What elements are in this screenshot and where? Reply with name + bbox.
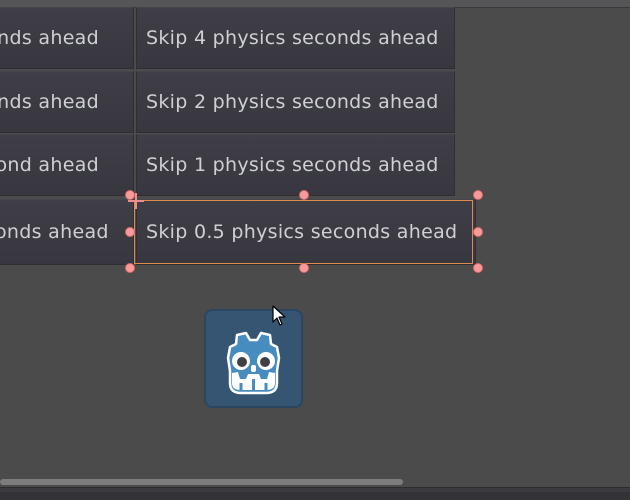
skip-button-left-4-label: onds ahead	[0, 221, 109, 243]
resize-handle-top[interactable]	[300, 191, 308, 199]
skip-button-left-1-label: nds ahead	[0, 27, 99, 49]
skip-button-left-2-label: nds ahead	[0, 91, 99, 113]
skip-button-left-1[interactable]: nds ahead	[0, 7, 134, 69]
pivot-cross-icon[interactable]	[128, 193, 144, 209]
skip-button-left-2[interactable]: nds ahead	[0, 71, 134, 133]
skip-button-left-4[interactable]: onds ahead	[0, 199, 134, 265]
resize-handle-top-right[interactable]	[474, 191, 482, 199]
skip-2-seconds-button[interactable]: Skip 2 physics seconds ahead	[136, 71, 455, 133]
skip-4-seconds-button[interactable]: Skip 4 physics seconds ahead	[136, 7, 455, 69]
skip-button-left-3[interactable]: ond ahead	[0, 134, 134, 196]
skip-2-seconds-label: Skip 2 physics seconds ahead	[146, 91, 439, 113]
godot-sprite[interactable]	[204, 309, 303, 408]
skip-1-second-label: Skip 1 physics seconds ahead	[146, 154, 439, 176]
editor-viewport[interactable]: nds ahead nds ahead ond ahead onds ahead…	[0, 0, 630, 500]
resize-handle-bottom-right[interactable]	[474, 264, 482, 272]
resize-handle-left[interactable]	[126, 228, 134, 236]
skip-0-5-seconds-button[interactable]: Skip 0.5 physics seconds ahead	[136, 199, 476, 265]
skip-button-left-3-label: ond ahead	[0, 154, 99, 176]
horizontal-scrollbar[interactable]	[0, 479, 403, 485]
skip-4-seconds-label: Skip 4 physics seconds ahead	[146, 27, 439, 49]
resize-handle-right[interactable]	[474, 228, 482, 236]
resize-handle-bottom[interactable]	[300, 264, 308, 272]
viewport-bottom-bar	[0, 492, 630, 500]
mouse-pointer-icon	[272, 305, 286, 326]
resize-handle-bottom-left[interactable]	[126, 264, 134, 272]
skip-0-5-seconds-label: Skip 0.5 physics seconds ahead	[146, 221, 458, 243]
skip-1-second-button[interactable]: Skip 1 physics seconds ahead	[136, 134, 455, 196]
